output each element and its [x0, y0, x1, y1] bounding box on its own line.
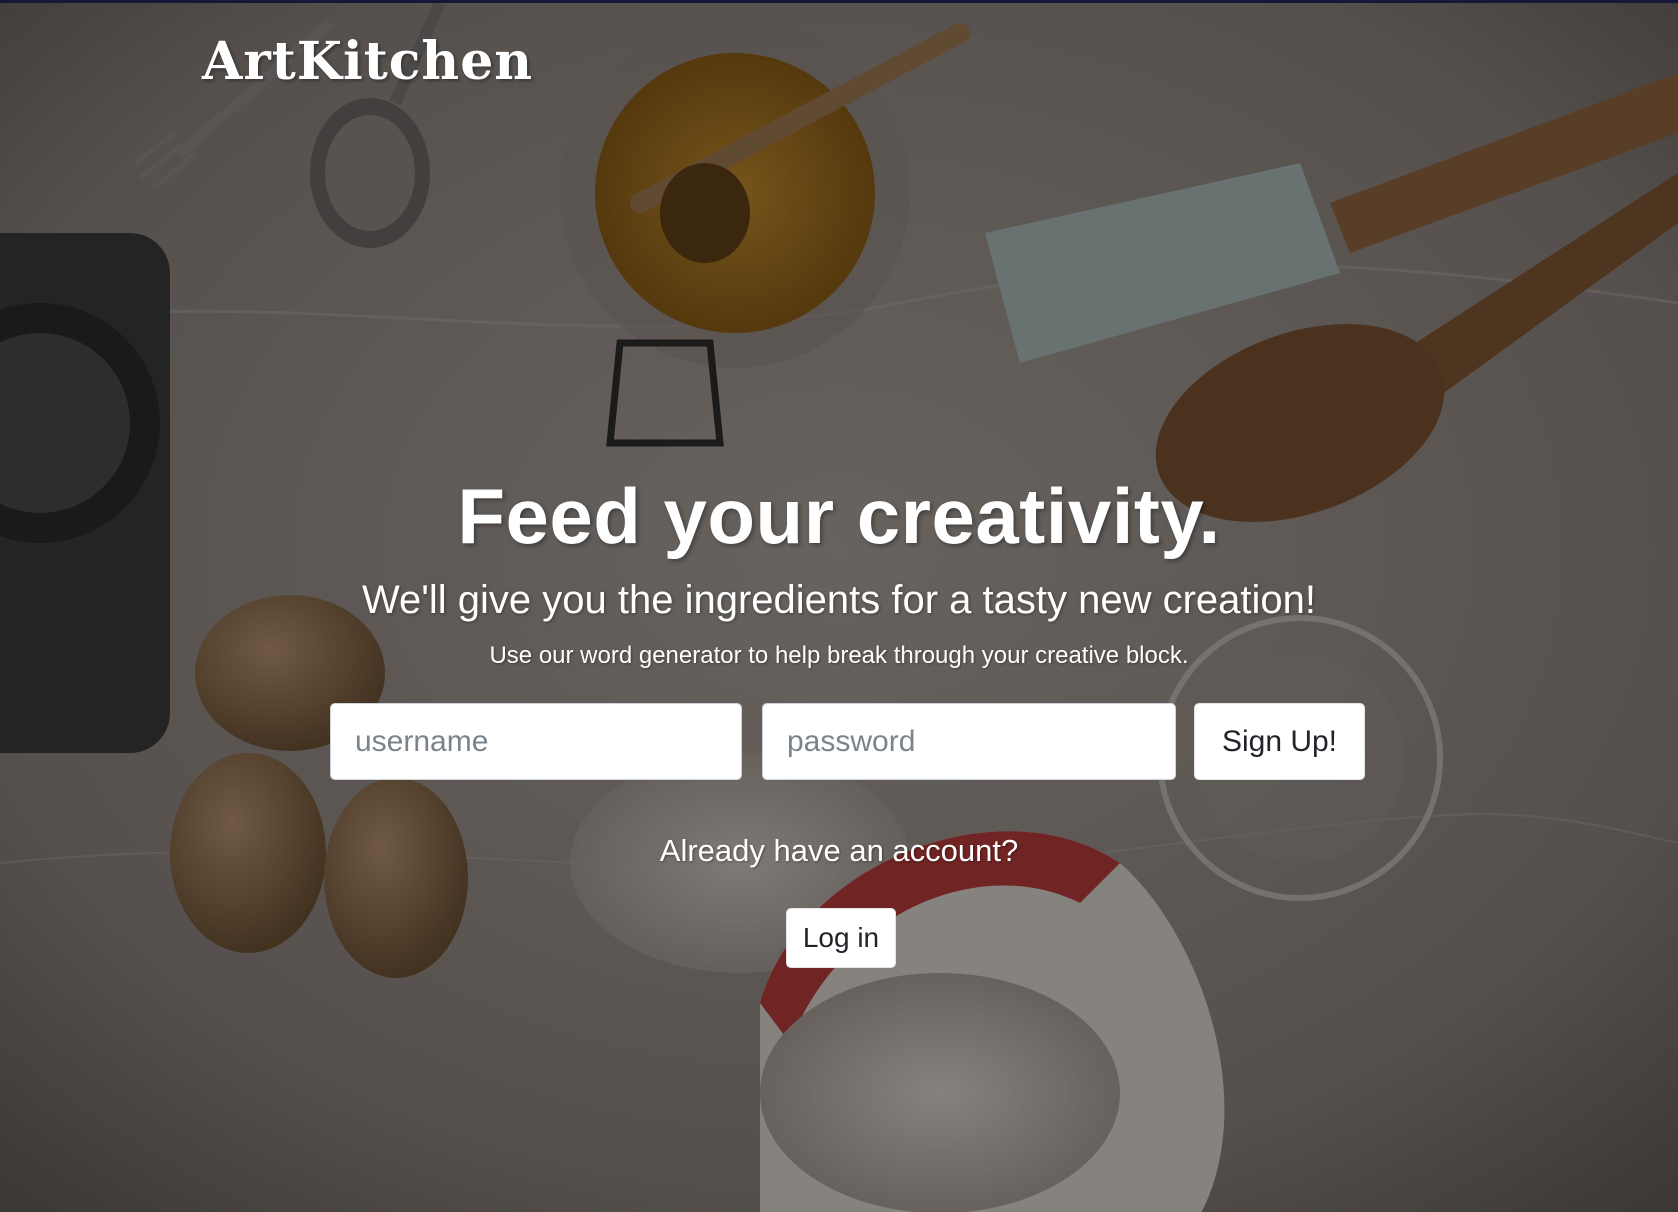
hero-subtitle: We'll give you the ingredients for a tas… — [361, 578, 1317, 622]
username-input[interactable] — [330, 703, 742, 780]
hero-title: Feed your creativity. — [457, 472, 1221, 560]
login-button[interactable]: Log in — [786, 908, 896, 968]
account-prompt: Already have an account? — [659, 833, 1019, 868]
landing-page: ArtKitchen Feed your creativity. We'll g… — [0, 0, 1678, 1212]
hero-caption: Use our word generator to help break thr… — [489, 642, 1189, 669]
password-input[interactable] — [762, 703, 1176, 780]
signup-button[interactable]: Sign Up! — [1194, 703, 1365, 780]
brand-logo[interactable]: ArtKitchen — [202, 31, 533, 92]
signup-form: Sign Up! — [330, 703, 1366, 780]
